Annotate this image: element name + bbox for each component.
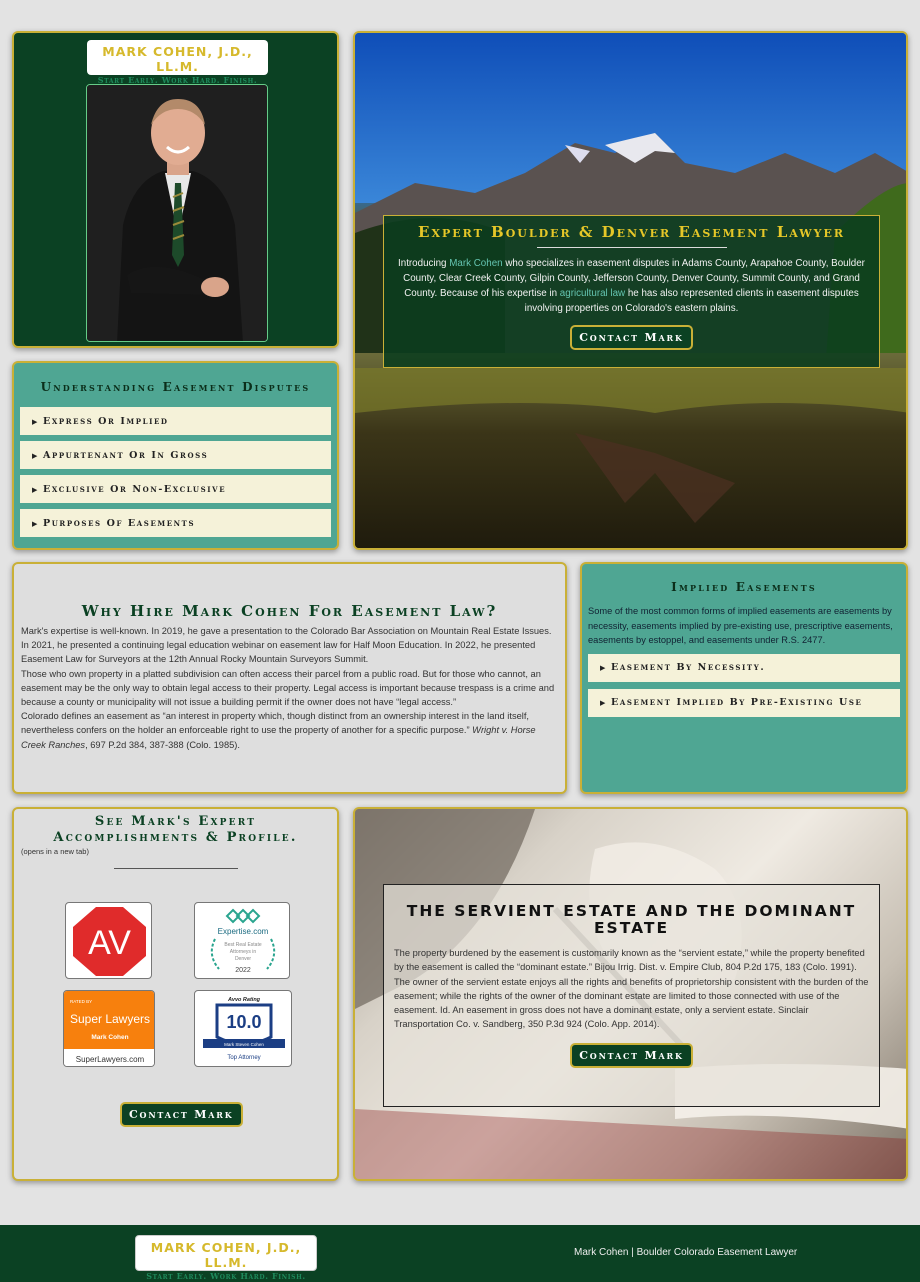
hero-intro-text: Introducing Mark Cohen who specializes i… [398,256,865,316]
brand-logo[interactable]: MARK COHEN, J.D., LL.M. Start Early. Wor… [87,40,268,95]
super-lawyers-rated-by: RATED BY [70,999,92,1004]
brand-name: MARK COHEN, J.D., LL.M. [150,1240,302,1270]
expertise-line-3: Denver [235,956,251,962]
why-paragraph-1: Mark's expertise is well-known. In 2019,… [21,626,552,665]
why-text-start: Colorado defines an easement as “an inte… [21,711,529,736]
hero-divider [536,247,727,248]
accordion-item-appurtenant-gross[interactable]: ▶ Appurtenant Or In Gross [20,441,331,469]
new-tab-note: (opens in a new tab) [21,847,89,856]
expertise-line-2: Attorneys in [230,949,257,955]
accordion-item-purposes[interactable]: ▶ Purposes Of Easements [20,509,331,537]
servient-content-box: The Servient Estate and the Dominant Est… [383,884,880,1107]
contact-mark-button[interactable]: Contact Mark [120,1102,243,1127]
why-text-end: , 697 P.2d 384, 387-388 (Colo. 1985). [85,739,240,750]
super-lawyers-url: SuperLawyers.com [76,1055,145,1064]
implied-easements-panel: Implied Easements Some of the most commo… [580,562,908,794]
understanding-title: Understanding Easement Disputes [40,380,311,394]
avvo-label: Top Attorney [227,1055,260,1061]
footer: MARK COHEN, J.D., LL.M. Start Early. Wor… [0,1225,920,1282]
expertise-year: 2022 [235,967,251,974]
why-hire-panel: Why Hire Mark Cohen For Easement Law? Ma… [12,562,567,794]
why-paragraph-3: Colorado defines an easement as “an inte… [21,709,558,752]
servient-title: The Servient Estate and the Dominant Est… [406,902,857,937]
av-text: AV [88,924,131,962]
avvo-rating-badge[interactable]: Avvo Rating 10.0 Mark Steven Cohen Top A… [194,990,292,1067]
triangle-right-icon: ▶ [600,698,607,707]
agricultural-law-link[interactable]: agricultural law [560,288,625,299]
servient-paragraph-1: The property burdened by the easement is… [394,948,865,973]
accordion-item-express-implied[interactable]: ▶ Express Or Implied [20,407,331,435]
hero-text-intro: Introducing [398,258,450,269]
triangle-right-icon: ▶ [32,518,39,528]
triangle-right-icon: ▶ [32,416,39,426]
accordion-item-pre-existing-use[interactable]: ▶ Easement Implied By Pre-Existing Use [588,688,900,717]
accordion-label: Express Or Implied [42,415,169,427]
contact-mark-button[interactable]: Contact Mark [570,325,693,350]
understanding-easement-disputes-panel: Understanding Easement Disputes ▶ Express… [12,361,339,550]
profile-card: MARK COHEN, J.D., LL.M. Start Early. Wor… [12,31,339,348]
accomplishments-panel: See Mark's Expert Accomplishments & Prof… [12,807,339,1181]
brand-name: MARK COHEN, J.D., LL.M. [102,44,253,74]
accordion-item-necessity[interactable]: ▶ Easement By Necessity. [588,653,900,682]
avvo-score: 10.0 [226,1012,261,1032]
super-lawyers-badge[interactable]: RATED BY Super Lawyers Mark Cohen SuperL… [63,990,155,1067]
triangle-right-icon: ▶ [32,450,39,460]
avvo-brand: Avvo Rating [227,997,261,1003]
accordion-label: Appurtenant Or In Gross [42,449,209,461]
triangle-right-icon: ▶ [600,663,607,672]
implied-description: Some of the most common forms of implied… [588,606,893,645]
triangle-right-icon: ▶ [32,484,39,494]
avvo-name: Mark Steven Cohen [224,1042,264,1047]
accomplishments-divider [113,868,238,869]
footer-text: Mark Cohen | Boulder Colorado Easement L… [574,1247,798,1258]
brand-tagline: Start Early. Work Hard. Finish. ® [146,1271,306,1282]
accomplishments-title: See Mark's Expert Accomplishments & Prof… [53,814,298,845]
super-lawyers-brand: Super Lawyers [70,1012,150,1026]
accordion-label: Easement Implied By Pre-Existing Use [610,697,863,708]
implied-title: Implied Easements [671,580,817,594]
accordion-label: Exclusive Or Non-Exclusive [42,483,227,495]
contact-mark-button[interactable]: Contact Mark [570,1042,693,1068]
accordion-item-exclusive[interactable]: ▶ Exclusive Or Non-Exclusive [20,475,331,503]
footer-brand-logo[interactable]: MARK COHEN, J.D., LL.M. Start Early. Wor… [135,1235,317,1282]
understanding-accordion: ▶ Express Or Implied ▶ Appurtenant Or In G… [20,407,331,543]
super-lawyers-name: Mark Cohen [91,1034,128,1041]
accordion-label: Purposes Of Easements [42,517,196,529]
why-hire-title: Why Hire Mark Cohen For Easement Law? [81,602,498,620]
hero-title: Expert Boulder & Denver Easement Lawyer [418,223,845,241]
mark-cohen-link[interactable]: Mark Cohen [449,258,502,269]
servient-paragraph-2: The owner of the servient estate enjoys … [394,976,869,1030]
why-paragraph-2: Those who own property in a platted subd… [21,668,555,708]
expertise-line-1: Best Real Estate [224,942,261,948]
av-rating-badge[interactable]: AV [65,902,152,979]
attorney-portrait [86,84,268,342]
accordion-label: Easement By Necessity. [610,662,766,673]
hero-section: Expert Boulder & Denver Easement Lawyer … [353,31,908,550]
servient-estate-section: The Servient Estate and the Dominant Est… [353,807,908,1181]
hero-content-box: Expert Boulder & Denver Easement Lawyer … [383,215,880,368]
expertise-brand: Expertise.com [218,927,269,936]
expertise-badge[interactable]: Expertise.com Best Real Estate Attorneys… [194,902,290,979]
